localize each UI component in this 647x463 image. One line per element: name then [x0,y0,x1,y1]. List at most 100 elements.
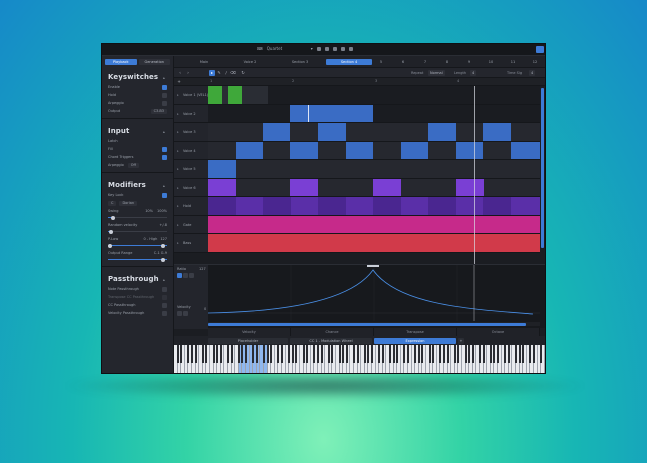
note-block[interactable] [263,123,290,141]
transpose-cc-checkbox[interactable] [162,294,167,300]
tab-8[interactable]: 8 [440,59,454,65]
piano-black-key[interactable] [216,345,219,363]
track-lane[interactable] [208,178,540,197]
grid-icon[interactable] [324,46,329,51]
tab-section-4[interactable]: Section 4 [326,59,372,65]
piano-black-key[interactable] [255,345,258,363]
track-lane[interactable] [208,141,540,160]
add-track-icon[interactable]: + [176,79,182,85]
piano-black-key[interactable] [446,345,449,363]
piano-black-key[interactable] [363,345,366,363]
menu-icon[interactable] [316,46,321,51]
piano-black-key[interactable] [532,345,536,363]
fill-checkbox[interactable] [162,146,167,152]
note-block[interactable] [208,178,236,196]
piano-black-key[interactable] [230,345,233,363]
timeline-ruler[interactable]: + 1 2 3 4 [174,78,545,86]
note-block[interactable] [290,104,373,122]
scale-mode-select[interactable]: Dorian [119,200,138,206]
note-block[interactable] [290,141,318,159]
chevron-right-icon[interactable]: ▸ [177,186,179,190]
piano-black-key[interactable] [338,345,341,363]
piano-keyboard[interactable] [174,345,545,373]
piano-black-key[interactable] [381,345,384,363]
note-block[interactable] [208,160,236,178]
tab-11[interactable]: 11 [506,59,520,65]
piano-black-key[interactable] [194,345,197,363]
piano-black-key[interactable] [396,345,399,363]
piano-black-key[interactable] [266,345,269,363]
piano-black-key[interactable] [478,345,482,363]
piano-black-key[interactable] [378,345,381,363]
note-block[interactable] [511,141,540,159]
track-header[interactable]: ▸ Voice 1 (VEL1) [174,86,208,105]
piano-black-key[interactable] [277,345,280,363]
track-lane[interactable] [208,234,540,253]
enable-checkbox[interactable] [162,84,167,90]
piano-black-key[interactable] [356,345,359,363]
track-header[interactable]: ▸ Bass [174,234,208,253]
track-lane[interactable] [208,123,540,142]
scrollbar-thumb[interactable] [208,322,526,326]
next-icon[interactable] [183,311,188,316]
output-range-slider[interactable] [108,257,167,263]
brush-tool-icon[interactable]: ∕ [223,70,229,76]
track-lane[interactable] [208,160,540,179]
note-block[interactable] [263,197,291,215]
piano-black-key[interactable] [464,345,467,363]
piano-black-key[interactable] [295,345,298,363]
piano-black-key[interactable] [176,345,179,363]
piano-black-key[interactable] [388,345,392,363]
chord-triggers-checkbox[interactable] [162,154,167,160]
chevron-right-icon[interactable]: ▸ [177,241,179,245]
tab-10[interactable]: 10 [484,59,498,65]
piano-black-key[interactable] [241,345,244,363]
piano-black-key[interactable] [313,345,316,363]
length-select[interactable]: 4 [470,70,477,76]
piano-black-key[interactable] [252,345,255,363]
note-block[interactable] [373,197,401,215]
section-passthrough[interactable]: Passthrough ▴ [102,270,173,285]
piano-black-key[interactable] [482,345,485,363]
preset-title[interactable]: Quartet [267,46,307,51]
track-lane[interactable] [208,197,540,216]
piano-black-key[interactable] [392,345,395,363]
scrollbar-thumb[interactable] [541,88,544,248]
piano-black-key[interactable] [270,345,273,363]
chevron-right-icon[interactable]: ▸ [177,167,179,171]
piano-black-key[interactable] [442,345,446,363]
piano-black-key[interactable] [504,345,507,363]
piano-black-key[interactable] [342,345,345,363]
tab-main[interactable]: Main [184,59,224,65]
lane-transpose[interactable]: Transpose [374,328,457,336]
note-block[interactable] [373,178,401,196]
section-keyswitches[interactable]: Keyswitches ▴ [102,68,173,83]
piano-black-key[interactable] [306,345,309,363]
chevron-right-icon[interactable]: ▸ [177,93,179,97]
random-velocity-slider[interactable] [108,229,167,235]
piano-black-key[interactable] [180,345,183,363]
curve-tool-icon[interactable] [177,273,182,278]
repeat-select[interactable]: Normal [428,70,445,76]
chevron-right-icon[interactable]: ▸ [177,149,179,153]
redo-icon[interactable]: › [185,70,191,76]
chevron-right-icon[interactable]: ▸ [177,130,179,134]
piano-black-key[interactable] [468,345,471,363]
piano-black-key[interactable] [219,345,222,363]
piano-black-key[interactable] [345,345,348,363]
piano-black-key[interactable] [471,345,474,363]
chevron-up-icon[interactable]: ▴ [163,183,165,188]
track-header[interactable]: ▸ Voice 4 [174,141,208,160]
chevron-down-icon[interactable]: ▾ [311,46,313,51]
tab-9[interactable]: 9 [462,59,476,65]
automation-curve[interactable] [208,265,540,321]
track-lane[interactable] [208,86,540,105]
piano-black-key[interactable] [226,345,230,363]
note-block[interactable] [346,141,373,159]
track-header[interactable]: ▸ Voice 2 [174,104,208,123]
arpeggio-checkbox[interactable] [162,100,167,106]
track-header[interactable]: ▸ Gate [174,215,208,234]
track-lane[interactable] [208,215,540,234]
section-modifiers[interactable]: Modifiers ▴ [102,176,173,191]
piano-black-key[interactable] [496,345,500,363]
